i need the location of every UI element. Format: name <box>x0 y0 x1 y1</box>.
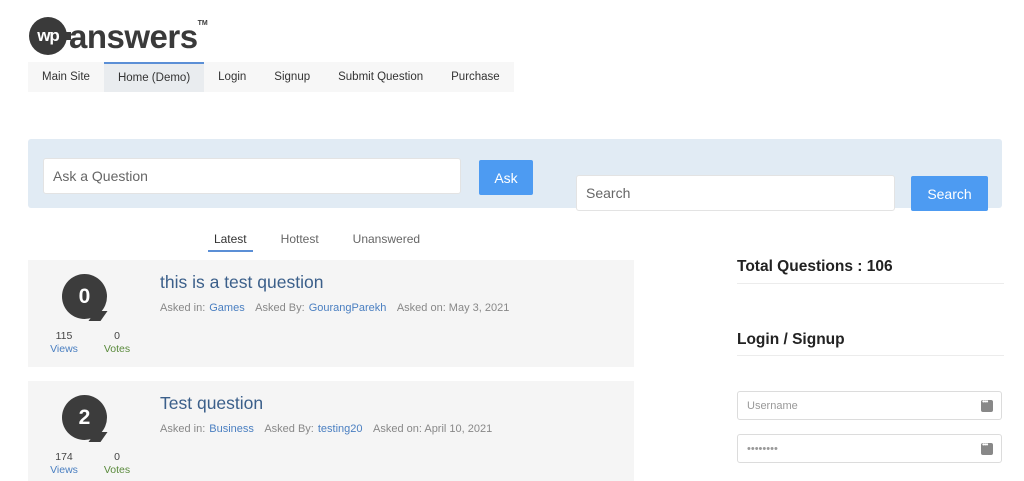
nav-login[interactable]: Login <box>204 62 261 92</box>
votes-count: 0 <box>114 451 120 463</box>
password-manager-icon[interactable] <box>981 397 993 412</box>
views-count: 174 <box>55 451 73 463</box>
sort-tabs: Latest Hottest Unanswered <box>0 229 634 252</box>
nav-signup[interactable]: Signup <box>260 62 325 92</box>
password-placeholder: •••••••• <box>747 442 778 455</box>
asked-on-date: Asked on: April 10, 2021 <box>372 423 493 435</box>
question-title-link[interactable]: this is a test question <box>160 272 323 293</box>
asked-by-label: Asked By: <box>264 423 314 435</box>
question-meta: Asked in: Business Asked By: testing20 Ask… <box>160 423 500 435</box>
question-meta: Asked in: Games Asked By: GourangParekh As… <box>160 302 517 314</box>
asked-in-label: Asked in: <box>160 423 206 435</box>
logo-badge: wp <box>29 17 71 55</box>
password-field[interactable]: •••••••• <box>737 434 1002 463</box>
tab-hottest[interactable]: Hottest <box>275 229 325 252</box>
votes-label: Votes <box>103 343 131 355</box>
tab-unanswered[interactable]: Unanswered <box>347 229 426 252</box>
asked-by-label: Asked By: <box>255 302 305 314</box>
votes-stat: 0 Votes <box>95 330 139 356</box>
answer-count-bubble: 2 <box>62 395 107 440</box>
password-manager-icon[interactable] <box>981 440 993 455</box>
search-input[interactable]: Search <box>576 175 895 211</box>
asked-on-date: Asked on: May 3, 2021 <box>396 302 510 314</box>
question-card: 0 115 Views 0 Votes this is a test quest… <box>28 260 634 367</box>
search-button[interactable]: Search <box>911 176 988 211</box>
votes-label: Votes <box>103 464 131 476</box>
category-link[interactable]: Business <box>209 423 254 435</box>
views-stat: 174 Views <box>42 451 86 477</box>
ask-button[interactable]: Ask <box>479 160 533 195</box>
logo-trademark: TM <box>197 20 208 27</box>
author-link[interactable]: GourangParekh <box>309 302 387 314</box>
views-count: 115 <box>55 330 73 342</box>
nav-home-demo[interactable]: Home (Demo) <box>103 62 205 92</box>
asked-in-label: Asked in: <box>160 302 206 314</box>
main-nav: Main Site Home (Demo) Login Signup Submi… <box>28 62 514 92</box>
votes-count: 0 <box>114 330 120 342</box>
category-link[interactable]: Games <box>209 302 244 314</box>
tab-latest[interactable]: Latest <box>207 229 253 252</box>
login-signup-heading: Login / Signup <box>737 331 845 348</box>
username-placeholder: Username <box>747 399 798 412</box>
logo-wordmark: answers <box>69 17 198 55</box>
answer-count-bubble: 0 <box>62 274 107 319</box>
votes-stat: 0 Votes <box>95 451 139 477</box>
divider <box>737 355 1004 356</box>
ask-question-input[interactable]: Ask a Question <box>43 158 461 194</box>
username-field[interactable]: Username <box>737 391 1002 420</box>
views-label: Views <box>50 343 78 355</box>
nav-purchase[interactable]: Purchase <box>437 62 514 92</box>
divider <box>737 283 1004 284</box>
views-label: Views <box>50 464 78 476</box>
nav-main-site[interactable]: Main Site <box>28 62 104 92</box>
views-stat: 115 Views <box>42 330 86 356</box>
nav-submit-question[interactable]: Submit Question <box>324 62 438 92</box>
author-link[interactable]: testing20 <box>318 423 363 435</box>
total-questions-heading: Total Questions : 106 <box>737 258 893 275</box>
question-card: 2 174 Views 0 Votes Test question Asked … <box>28 381 634 481</box>
question-title-link[interactable]: Test question <box>160 393 263 414</box>
site-logo[interactable]: wp answers TM <box>29 16 208 56</box>
